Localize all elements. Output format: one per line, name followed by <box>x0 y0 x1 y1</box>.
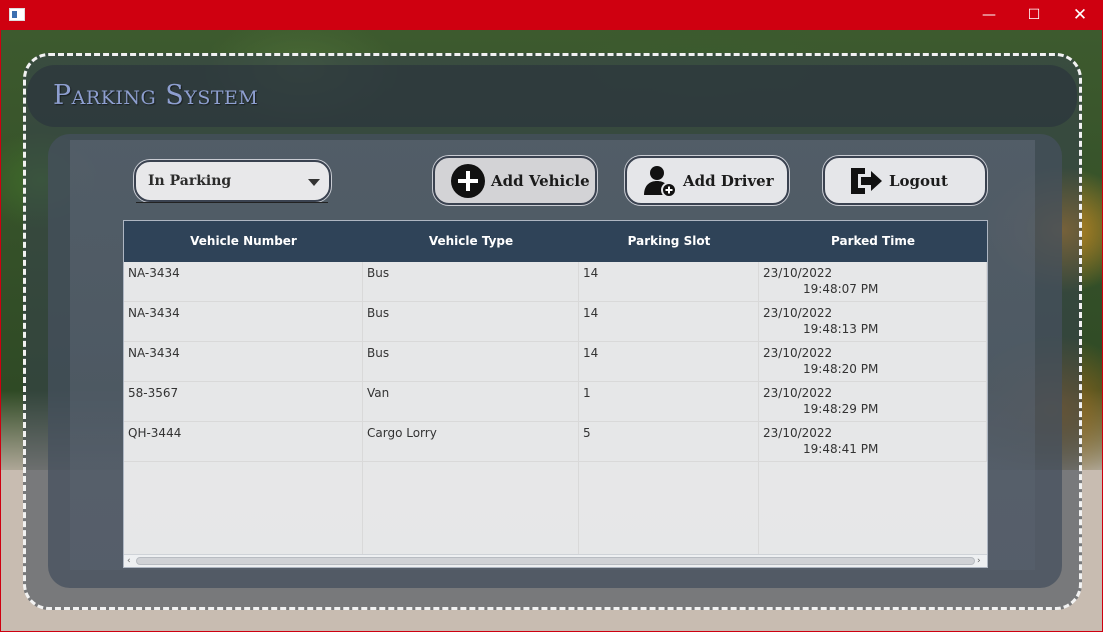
minimize-button[interactable]: — <box>966 0 1012 30</box>
horizontal-scrollbar[interactable]: ‹ › <box>124 554 987 567</box>
cell-vehicle-type: Cargo Lorry <box>363 422 579 462</box>
cell-parking-slot: 14 <box>579 342 759 382</box>
parked-clock: 19:48:13 PM <box>803 322 879 336</box>
scroll-right-icon[interactable]: › <box>977 555 981 567</box>
app-icon <box>9 8 25 21</box>
add-vehicle-button[interactable]: Add Vehicle <box>433 156 597 205</box>
column-header-vehicle-type[interactable]: Vehicle Type <box>363 221 579 262</box>
window-titlebar: — ☐ ✕ <box>0 0 1103 30</box>
parked-date: 23/10/2022 <box>763 386 833 400</box>
parked-clock: 19:48:20 PM <box>803 362 879 376</box>
chevron-down-icon <box>308 179 320 186</box>
table-header: Vehicle Number Vehicle Type Parking Slot… <box>124 221 987 262</box>
cell-vehicle-number: 58-3567 <box>124 382 363 422</box>
table-row[interactable]: NA-3434 Bus 14 23/10/2022 19:48:20 PM <box>124 342 987 382</box>
cell-parking-slot: 5 <box>579 422 759 462</box>
parking-table[interactable]: Vehicle Number Vehicle Type Parking Slot… <box>123 220 988 568</box>
cell-parked-time: 23/10/2022 19:48:41 PM <box>759 422 987 462</box>
cell-vehicle-number: NA-3434 <box>124 302 363 342</box>
cell-vehicle-type: Bus <box>363 342 579 382</box>
table-row[interactable]: NA-3434 Bus 14 23/10/2022 19:48:07 PM <box>124 262 987 302</box>
table-body: NA-3434 Bus 14 23/10/2022 19:48:07 PM NA-… <box>124 262 987 462</box>
parked-date: 23/10/2022 <box>763 306 833 320</box>
cell-vehicle-number: QH-3444 <box>124 422 363 462</box>
logout-label: Logout <box>889 171 948 190</box>
parked-date: 23/10/2022 <box>763 346 833 360</box>
table-row[interactable]: 58-3567 Van 1 23/10/2022 19:48:29 PM <box>124 382 987 422</box>
parking-status-select[interactable]: In Parking <box>134 160 331 202</box>
select-underline <box>136 202 328 203</box>
logout-button[interactable]: Logout <box>823 156 987 205</box>
cell-vehicle-type: Van <box>363 382 579 422</box>
close-button[interactable]: ✕ <box>1057 0 1103 30</box>
cell-vehicle-number: NA-3434 <box>124 262 363 302</box>
cell-vehicle-type: Bus <box>363 262 579 302</box>
cell-parked-time: 23/10/2022 19:48:29 PM <box>759 382 987 422</box>
table-row[interactable]: QH-3444 Cargo Lorry 5 23/10/2022 19:48:41… <box>124 422 987 462</box>
parked-clock: 19:48:41 PM <box>803 442 879 456</box>
parked-date: 23/10/2022 <box>763 266 833 280</box>
cell-parking-slot: 1 <box>579 382 759 422</box>
add-driver-label: Add Driver <box>683 171 774 190</box>
column-header-parked-time[interactable]: Parked Time <box>759 221 987 262</box>
cell-parked-time: 23/10/2022 19:48:20 PM <box>759 342 987 382</box>
logout-icon <box>847 162 885 200</box>
column-header-parking-slot[interactable]: Parking Slot <box>579 221 759 262</box>
cell-vehicle-type: Bus <box>363 302 579 342</box>
parked-clock: 19:48:07 PM <box>803 282 879 296</box>
maximize-button[interactable]: ☐ <box>1011 0 1057 30</box>
column-header-vehicle-number[interactable]: Vehicle Number <box>124 221 363 262</box>
cell-parking-slot: 14 <box>579 302 759 342</box>
cell-parking-slot: 14 <box>579 262 759 302</box>
plus-circle-icon <box>449 162 487 200</box>
add-driver-button[interactable]: Add Driver <box>625 156 789 205</box>
parking-status-value: In Parking <box>148 173 232 189</box>
parked-clock: 19:48:29 PM <box>803 402 879 416</box>
cell-parked-time: 23/10/2022 19:48:07 PM <box>759 262 987 302</box>
cell-parked-time: 23/10/2022 19:48:13 PM <box>759 302 987 342</box>
page-title: Parking System <box>53 80 259 111</box>
scrollbar-thumb[interactable] <box>136 557 975 565</box>
table-row[interactable]: NA-3434 Bus 14 23/10/2022 19:48:13 PM <box>124 302 987 342</box>
add-user-icon <box>641 162 679 200</box>
scroll-left-icon[interactable]: ‹ <box>127 555 131 567</box>
cell-vehicle-number: NA-3434 <box>124 342 363 382</box>
parked-date: 23/10/2022 <box>763 426 833 440</box>
add-vehicle-label: Add Vehicle <box>491 171 590 190</box>
